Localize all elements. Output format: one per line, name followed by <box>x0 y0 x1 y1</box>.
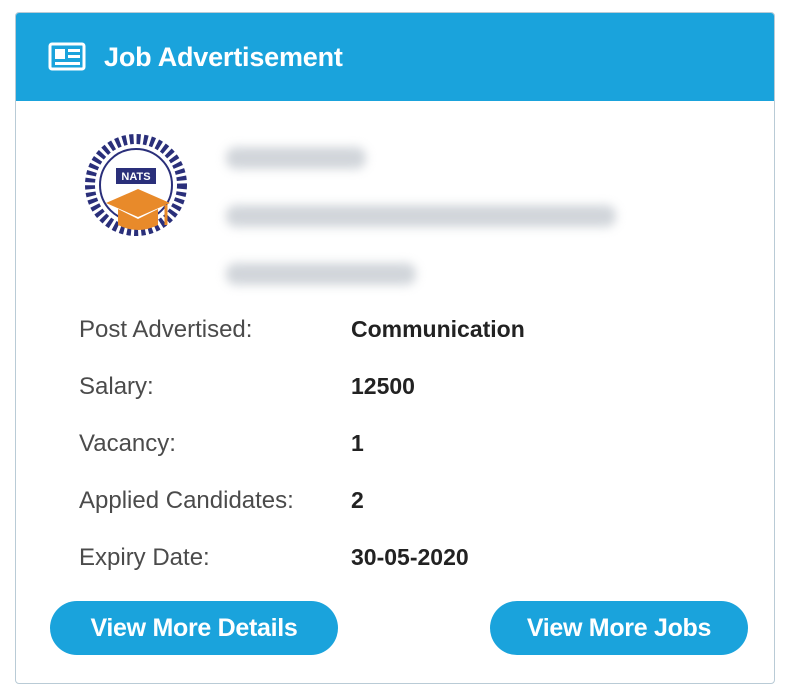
detail-row-vacancy: Vacancy: 1 <box>79 415 525 472</box>
detail-row-post: Post Advertised: Communication <box>79 301 525 358</box>
redacted-line <box>226 263 416 285</box>
view-more-jobs-button[interactable]: View More Jobs <box>490 601 748 655</box>
detail-value: 2 <box>351 487 364 513</box>
detail-label: Salary: <box>79 372 154 400</box>
card-header: Job Advertisement <box>16 13 774 101</box>
detail-value: 30-05-2020 <box>351 544 469 570</box>
job-advertisement-card: Job Advertisement NATS Post Advertised: … <box>15 12 775 684</box>
job-details: Post Advertised: Communication Salary: 1… <box>79 301 525 586</box>
detail-row-salary: Salary: 12500 <box>79 358 525 415</box>
detail-row-applied: Applied Candidates: 2 <box>79 472 525 529</box>
newspaper-icon <box>48 42 88 72</box>
detail-label: Expiry Date: <box>79 543 210 571</box>
view-more-details-button[interactable]: View More Details <box>50 601 338 655</box>
detail-label: Vacancy: <box>79 429 176 457</box>
detail-value: 12500 <box>351 373 415 399</box>
redacted-line <box>226 205 616 227</box>
card-title: Job Advertisement <box>104 41 343 72</box>
detail-value: Communication <box>351 316 525 342</box>
redacted-line <box>226 147 366 169</box>
detail-label: Post Advertised: <box>79 315 253 343</box>
detail-value: 1 <box>351 430 364 456</box>
company-details-redacted <box>226 141 646 285</box>
logo-text: NATS <box>121 171 150 183</box>
detail-label: Applied Candidates: <box>79 486 294 514</box>
detail-row-expiry: Expiry Date: 30-05-2020 <box>79 529 525 586</box>
company-logo: NATS <box>76 133 196 253</box>
